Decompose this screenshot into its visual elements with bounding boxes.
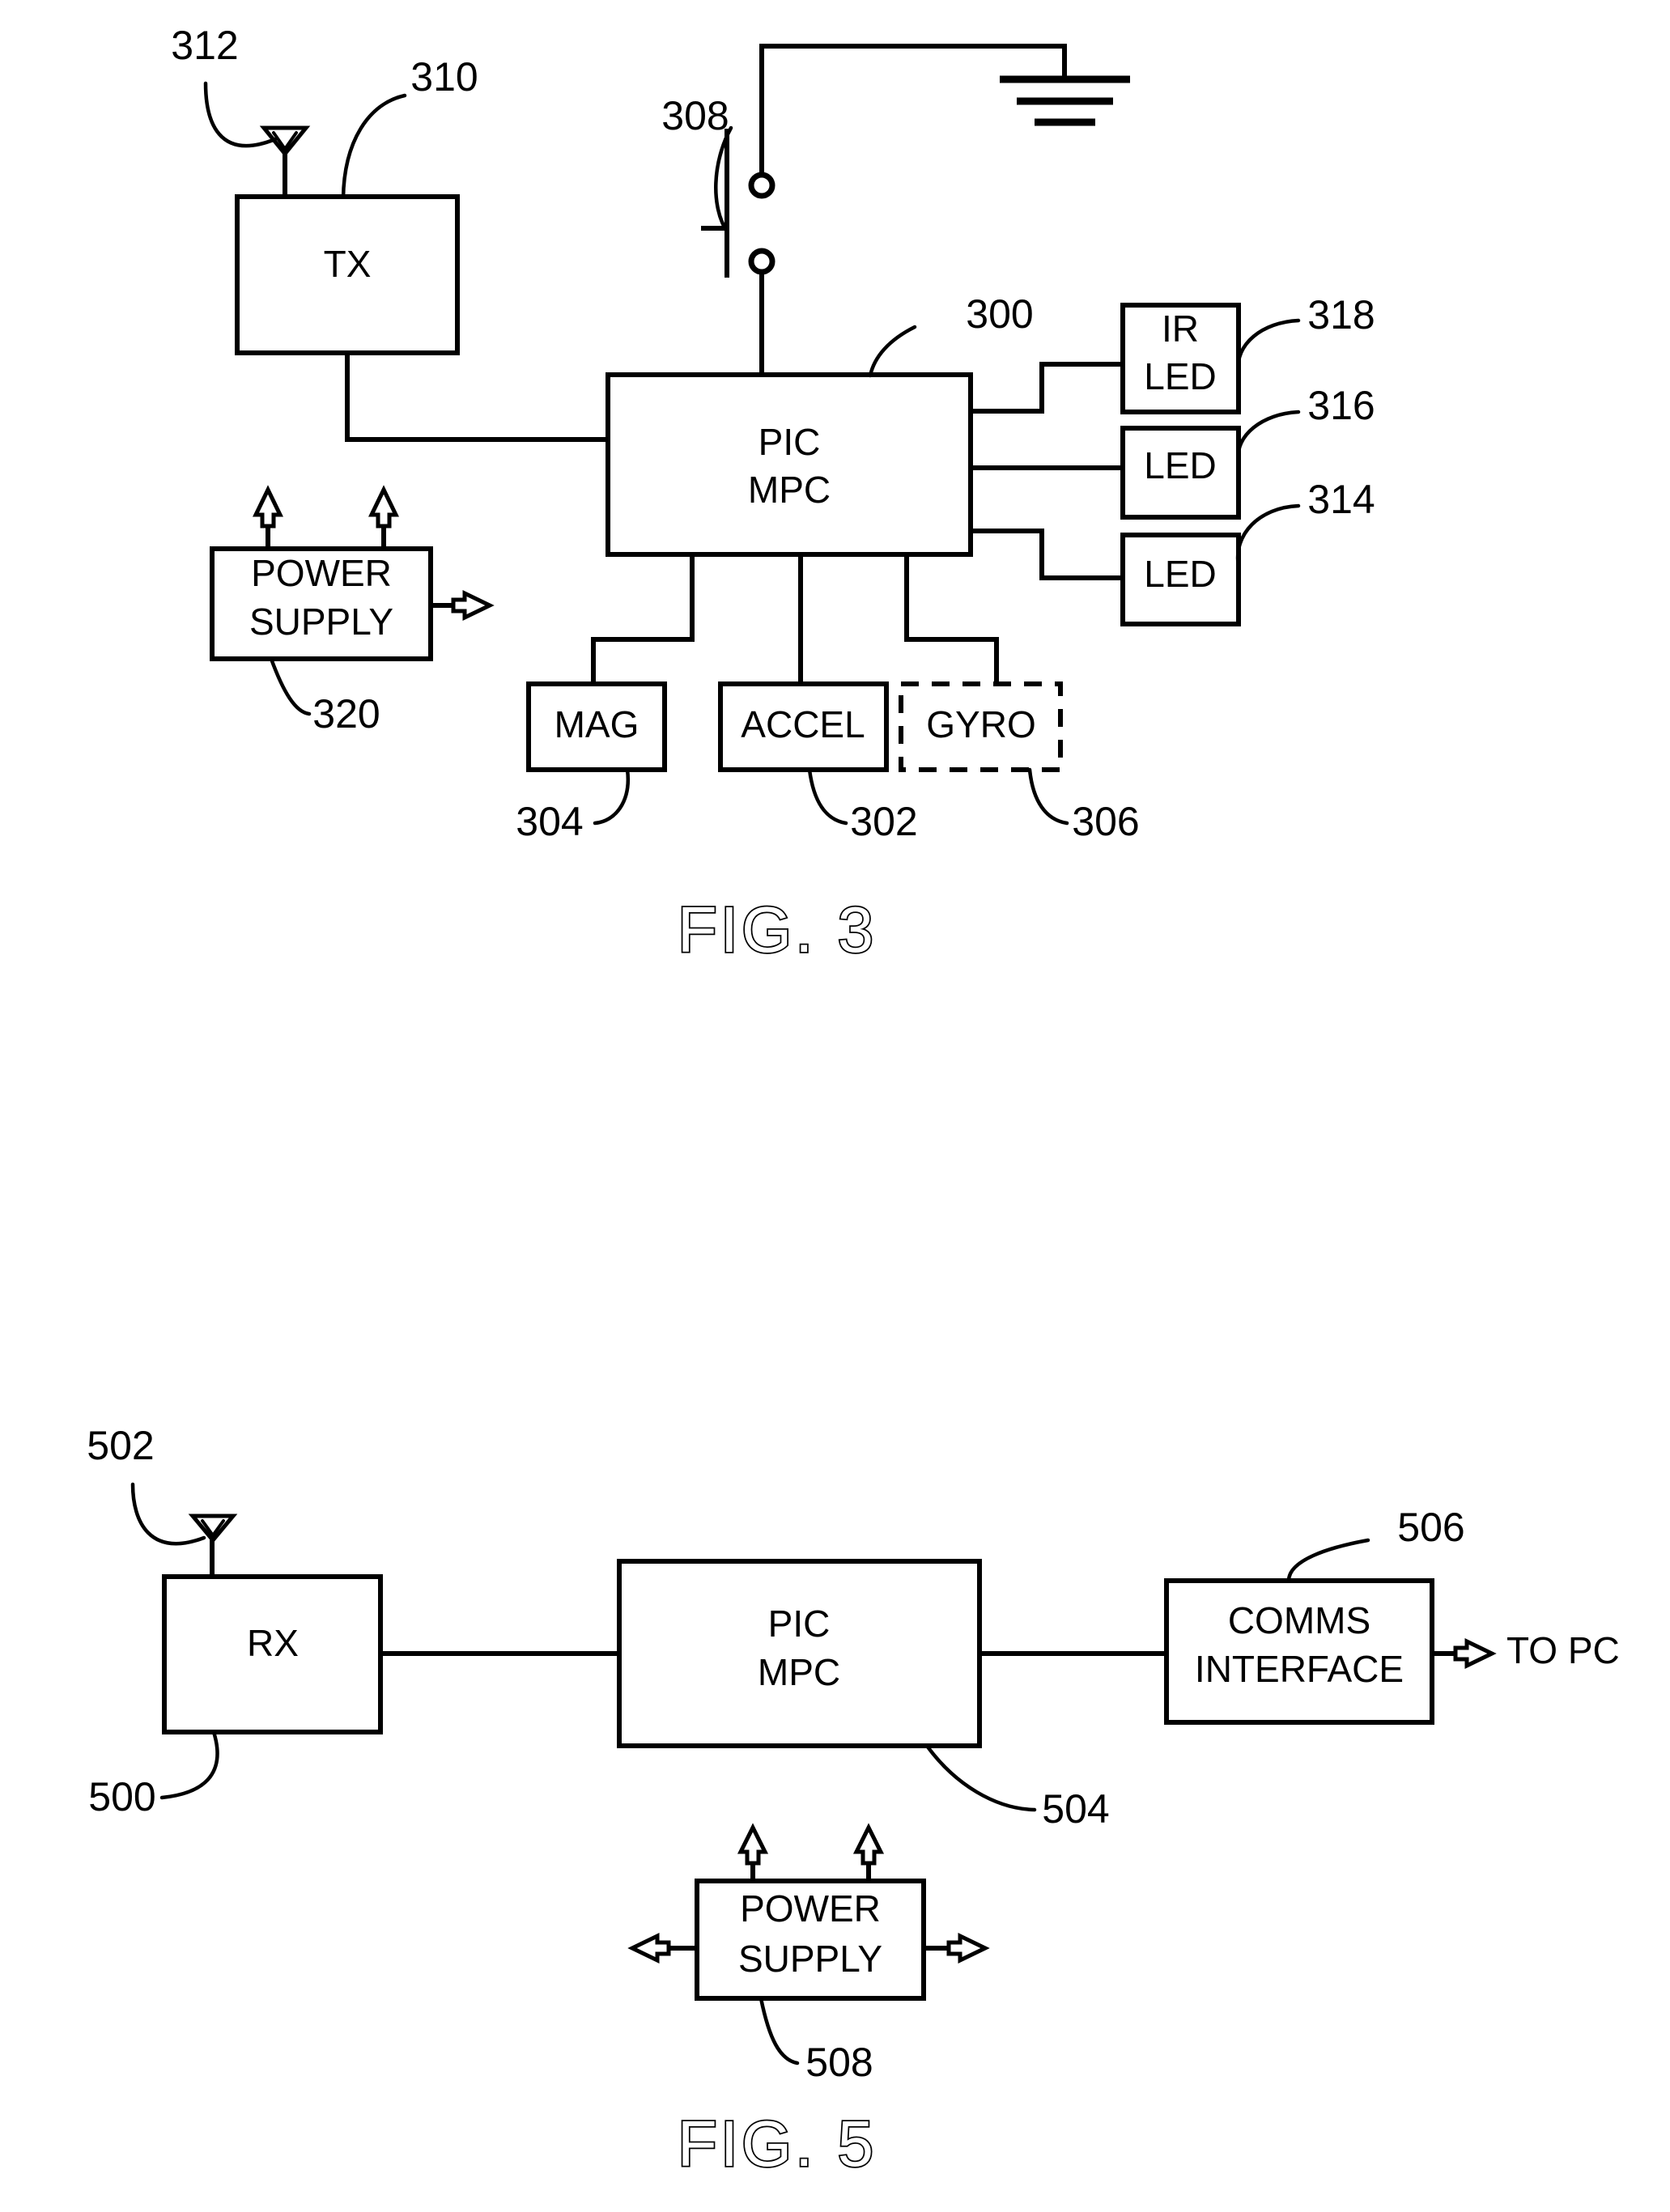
ref-leader-314 — [1235, 503, 1301, 569]
to-pc-label: TO PC — [1506, 1629, 1620, 1671]
block-comms-interface-label-2: INTERFACE — [1195, 1648, 1404, 1690]
ref-leader-304 — [593, 767, 631, 826]
antenna-icon-rx — [188, 1514, 238, 1578]
ref-leader-306 — [1027, 767, 1069, 826]
ref-label-500: 500 — [88, 1774, 155, 1819]
ref-label-504: 504 — [1042, 1786, 1109, 1832]
block-pic-mpc — [606, 372, 973, 557]
ref-leader-500 — [159, 1730, 219, 1800]
ref-label-316: 316 — [1307, 383, 1375, 428]
wire-tx-to-pic — [345, 353, 608, 442]
block-pic-mpc-fig5-label-1: PIC — [768, 1603, 831, 1645]
antenna-icon — [259, 125, 311, 198]
block-led-lower-label: LED — [1144, 553, 1216, 595]
wire-switch-to-ground — [759, 44, 1067, 175]
ref-leader-310 — [341, 93, 407, 201]
wire-pic-to-gyro — [904, 554, 999, 684]
ref-label-302: 302 — [850, 799, 917, 844]
ref-label-304: 304 — [516, 799, 583, 844]
ref-leader-508 — [759, 1996, 800, 2066]
wire-pic-to-led-lower — [971, 529, 1123, 580]
power-arrow-up-left-icon — [253, 485, 283, 549]
patent-drawing-sheet: 312 TX 310 TX 308 — [0, 0, 1670, 2212]
ref-label-318: 318 — [1307, 292, 1375, 338]
block-led-upper-label: LED — [1144, 444, 1216, 486]
ref-label-506: 506 — [1397, 1505, 1464, 1550]
block-pic-mpc-label-1: PIC — [759, 421, 821, 463]
ref-label-314: 314 — [1307, 477, 1375, 522]
figure-3: 312 TX 310 TX 308 — [171, 23, 1375, 967]
block-mag-label: MAG — [555, 703, 640, 745]
block-accel-label: ACCEL — [741, 703, 865, 745]
ref-leader-320 — [269, 656, 312, 716]
block-power-supply-label-1: POWER — [251, 552, 392, 594]
ref-label-310: 310 — [410, 54, 478, 100]
ref-label-300: 300 — [966, 291, 1033, 337]
ref-label-306: 306 — [1072, 799, 1139, 844]
wire-pic-to-ir-led — [971, 362, 1123, 414]
power-arrow-up-right-icon — [368, 485, 399, 549]
block-power-supply-fig5-label-2: SUPPLY — [738, 1938, 882, 1980]
block-ir-led-label-2: LED — [1144, 355, 1216, 397]
block-pic-mpc-fig5-label-2: MPC — [758, 1651, 840, 1693]
block-ir-led-label-1: IR — [1162, 308, 1199, 350]
block-tx-text: TX — [324, 243, 372, 285]
ref-label-502: 502 — [87, 1423, 154, 1468]
power-arrow-left-icon-fig5 — [627, 1933, 697, 1964]
ref-leader-312 — [203, 81, 278, 148]
ground-icon — [1000, 75, 1130, 126]
power-arrow-up-left-icon-fig5 — [737, 1823, 769, 1882]
ref-leader-318 — [1236, 318, 1301, 375]
ref-leader-300 — [868, 325, 917, 378]
block-power-supply-fig5-label-1: POWER — [740, 1887, 881, 1930]
power-arrow-up-right-icon-fig5 — [852, 1823, 885, 1882]
ref-leader-316 — [1236, 410, 1301, 464]
figure-3-caption: FIG. 3 — [678, 894, 877, 966]
wire-pic-to-mag — [591, 554, 695, 684]
block-pic-mpc-label-2: MPC — [748, 469, 831, 511]
ref-leader-506 — [1286, 1538, 1370, 1583]
block-rx-label: RX — [247, 1622, 299, 1664]
power-arrow-right-icon — [431, 590, 495, 621]
block-gyro-label: GYRO — [926, 703, 1035, 745]
ref-label-308: 308 — [661, 93, 729, 138]
to-pc-arrow-icon — [1432, 1638, 1497, 1669]
ref-leader-302 — [807, 767, 848, 826]
ref-label-320: 320 — [312, 691, 380, 737]
figures-canvas: 312 TX 310 TX 308 — [87, 23, 1620, 2181]
power-arrow-right-icon-fig5 — [924, 1933, 990, 1964]
block-power-supply-label-2: SUPPLY — [249, 601, 393, 643]
ref-label-312: 312 — [171, 23, 238, 68]
block-comms-interface-label-1: COMMS — [1228, 1599, 1370, 1641]
figure-5-caption: FIG. 5 — [678, 2108, 877, 2180]
figure-5: 502 RX 500 PIC MPC 504 COMMS INTERFACE 5… — [87, 1423, 1620, 2181]
ref-label-508: 508 — [805, 2040, 873, 2085]
ref-leader-504 — [924, 1743, 1037, 1812]
